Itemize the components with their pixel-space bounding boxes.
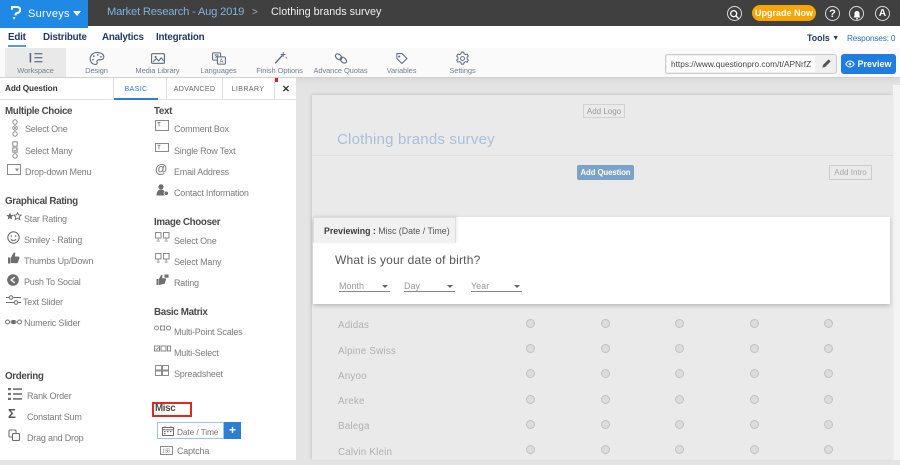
svg-text:8: 8 bbox=[167, 449, 170, 455]
svg-text:A: A bbox=[219, 59, 223, 65]
